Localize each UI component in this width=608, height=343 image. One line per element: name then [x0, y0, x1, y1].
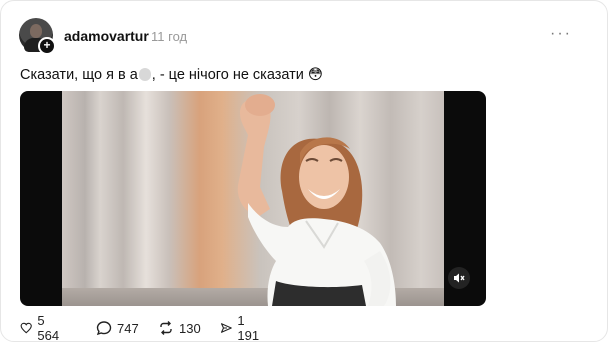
video-frame	[62, 91, 444, 306]
shares-count: 1 191	[237, 313, 260, 343]
avatar-head	[30, 24, 42, 38]
heart-icon	[20, 322, 32, 334]
username[interactable]: adamovartur	[64, 28, 149, 44]
flushed-emoji: 😳	[307, 67, 324, 83]
likes-count: 5 564	[37, 313, 60, 343]
repost-icon	[160, 321, 172, 335]
send-icon	[221, 323, 232, 333]
reposts-count: 130	[179, 320, 201, 336]
like-button[interactable]: 5 564	[20, 313, 63, 343]
repost-button[interactable]: 130	[158, 318, 201, 338]
timestamp: 11 год	[151, 29, 188, 44]
mute-button[interactable]	[448, 267, 470, 289]
post-text-end: , - це нічого не сказати	[151, 67, 304, 83]
share-button[interactable]: 1 191	[220, 313, 263, 343]
post-text-start: Сказати, що я в а	[20, 67, 138, 83]
post-card: + adamovartur 11 год ··· Сказати, що я в…	[0, 0, 608, 343]
more-options-icon[interactable]: ···	[550, 25, 572, 43]
censored-blur	[138, 68, 151, 81]
video-player[interactable]	[20, 91, 486, 306]
woman-figure	[237, 94, 396, 306]
post-text: Сказати, що я в а , - це нічого не сказат…	[20, 67, 323, 83]
follow-plus-icon[interactable]: +	[38, 37, 56, 55]
speaker-muted-icon	[454, 273, 465, 283]
avatar[interactable]: +	[19, 18, 56, 55]
comment-button[interactable]: 747	[96, 318, 139, 338]
comment-icon	[96, 321, 112, 336]
comments-count: 747	[117, 320, 139, 336]
